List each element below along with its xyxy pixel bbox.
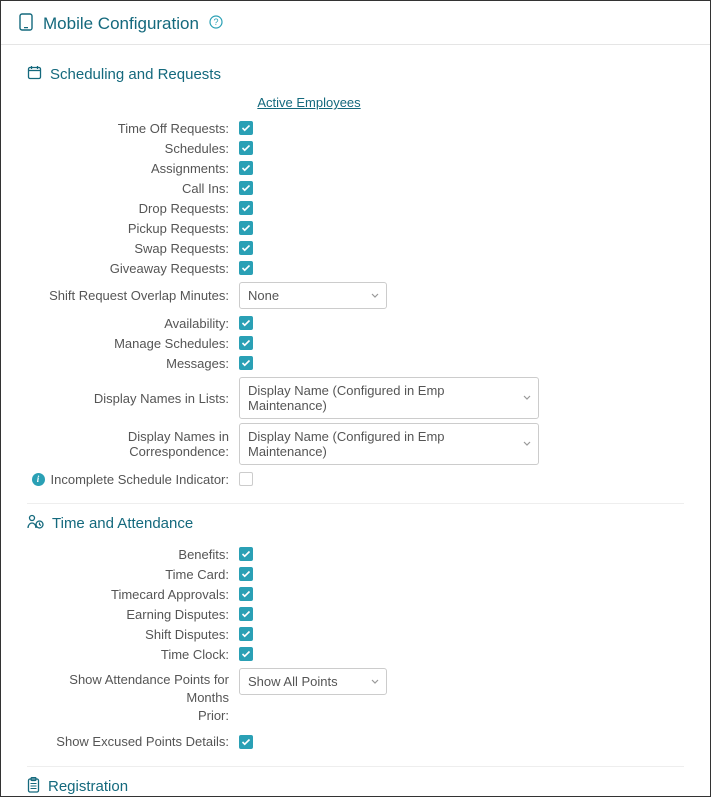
label-pickup-requests: Pickup Requests: [27, 221, 239, 236]
checkbox-giveaway-requests[interactable] [239, 261, 253, 275]
checkbox-excused-points[interactable] [239, 735, 253, 749]
checkbox-benefits[interactable] [239, 547, 253, 561]
section-time-attendance: Time and Attendance Benefits: Time Card:… [27, 514, 684, 752]
divider [27, 766, 684, 767]
chevron-down-icon [522, 437, 532, 452]
chevron-down-icon [370, 288, 380, 303]
checkbox-call-ins[interactable] [239, 181, 253, 195]
checkbox-shift-disputes[interactable] [239, 627, 253, 641]
page-title: Mobile Configuration [43, 14, 199, 34]
checkbox-messages[interactable] [239, 356, 253, 370]
label-excused-points: Show Excused Points Details: [27, 734, 239, 749]
label-drop-requests: Drop Requests: [27, 201, 239, 216]
label-incomplete-schedule: i Incomplete Schedule Indicator: [27, 472, 239, 487]
checkbox-incomplete-schedule[interactable] [239, 472, 253, 486]
label-shift-disputes: Shift Disputes: [27, 627, 239, 642]
label-schedules: Schedules: [27, 141, 239, 156]
checkbox-assignments[interactable] [239, 161, 253, 175]
page-header: Mobile Configuration ? [1, 1, 710, 45]
label-attendance-points: Show Attendance Points for MonthsPrior: [27, 668, 239, 726]
checkbox-schedules[interactable] [239, 141, 253, 155]
label-time-off: Time Off Requests: [27, 121, 239, 136]
select-names-correspondence[interactable]: Display Name (Configured in Emp Maintena… [239, 423, 539, 465]
label-messages: Messages: [27, 356, 239, 371]
section-registration: Registration Username: Email Invitation … [27, 777, 684, 797]
select-overlap-value: None [248, 288, 279, 303]
chevron-down-icon [522, 391, 532, 406]
checkbox-swap-requests[interactable] [239, 241, 253, 255]
label-availability: Availability: [27, 316, 239, 331]
label-swap-requests: Swap Requests: [27, 241, 239, 256]
label-overlap-minutes: Shift Request Overlap Minutes: [27, 288, 239, 303]
select-attendance-points[interactable]: Show All Points [239, 668, 387, 695]
select-attendance-points-value: Show All Points [248, 674, 338, 689]
label-names-correspondence: Display Names in Correspondence: [27, 429, 239, 459]
section-title-registration: Registration [48, 778, 128, 795]
checkbox-availability[interactable] [239, 316, 253, 330]
label-call-ins: Call Ins: [27, 181, 239, 196]
label-names-lists: Display Names in Lists: [27, 391, 239, 406]
label-benefits: Benefits: [27, 547, 239, 562]
select-names-lists[interactable]: Display Name (Configured in Emp Maintena… [239, 377, 539, 419]
checkbox-drop-requests[interactable] [239, 201, 253, 215]
section-title-time-attendance: Time and Attendance [52, 515, 193, 532]
label-time-card: Time Card: [27, 567, 239, 582]
select-overlap-minutes[interactable]: None [239, 282, 387, 309]
select-names-correspondence-value: Display Name (Configured in Emp Maintena… [248, 429, 514, 459]
select-names-lists-value: Display Name (Configured in Emp Maintena… [248, 383, 514, 413]
column-header: Active Employees [239, 95, 379, 110]
divider [27, 503, 684, 504]
checkbox-manage-schedules[interactable] [239, 336, 253, 350]
info-icon[interactable]: i [32, 473, 45, 486]
checkbox-time-off[interactable] [239, 121, 253, 135]
mobile-icon [19, 13, 33, 34]
checkbox-time-card[interactable] [239, 567, 253, 581]
section-scheduling: Scheduling and Requests Active Employees… [27, 65, 684, 489]
section-title-scheduling: Scheduling and Requests [50, 66, 221, 83]
checkbox-time-clock[interactable] [239, 647, 253, 661]
label-earning-disputes: Earning Disputes: [27, 607, 239, 622]
chevron-down-icon [370, 674, 380, 689]
active-employees-link[interactable]: Active Employees [257, 95, 360, 110]
label-giveaway-requests: Giveaway Requests: [27, 261, 239, 276]
label-manage-schedules: Manage Schedules: [27, 336, 239, 351]
svg-text:?: ? [213, 17, 218, 27]
help-icon[interactable]: ? [209, 15, 223, 32]
checkbox-pickup-requests[interactable] [239, 221, 253, 235]
person-clock-icon [27, 514, 44, 532]
checkbox-earning-disputes[interactable] [239, 607, 253, 621]
clipboard-icon [27, 777, 40, 796]
checkbox-timecard-approvals[interactable] [239, 587, 253, 601]
label-timecard-approvals: Timecard Approvals: [27, 587, 239, 602]
label-assignments: Assignments: [27, 161, 239, 176]
label-time-clock: Time Clock: [27, 647, 239, 662]
calendar-icon [27, 65, 42, 83]
